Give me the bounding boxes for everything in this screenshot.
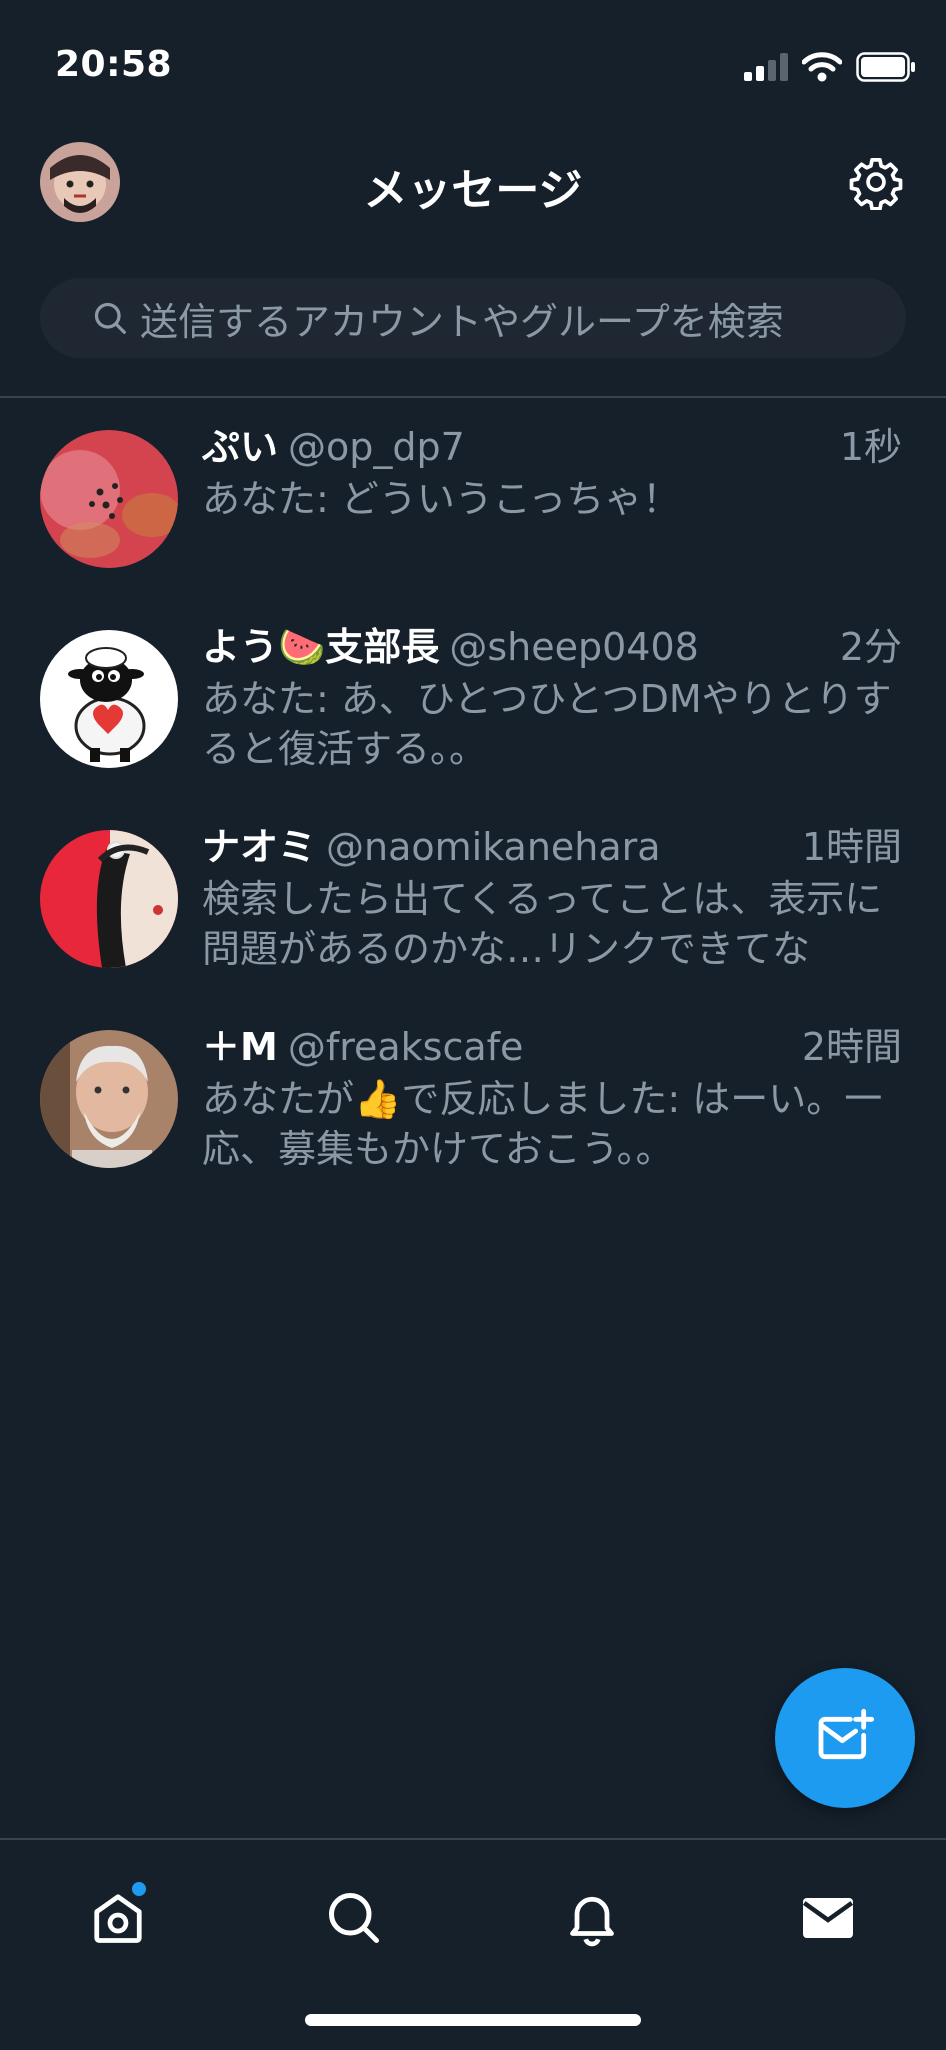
avatar[interactable] bbox=[40, 430, 178, 568]
tab-messages[interactable] bbox=[788, 1878, 868, 1958]
tab-notifications[interactable] bbox=[552, 1878, 632, 1958]
conversation-item[interactable]: ＋M @freakscafe 2時間 あなたが👍で反応しました: はーい。一応、募… bbox=[0, 1000, 946, 1200]
display-name: ＋M bbox=[202, 1025, 278, 1069]
message-preview: 検索したら出てくるってことは、表示に問題があるのかな…リンクできてな bbox=[202, 877, 883, 971]
name-line: ＋M @freakscafe bbox=[202, 1022, 902, 1072]
gear-icon[interactable] bbox=[848, 154, 904, 211]
search-input[interactable]: 送信するアカウントやグループを検索 bbox=[40, 278, 906, 358]
conversation-list: ぷい @op_dp7 1秒 あなた: どういうこっちゃ！ よう🍉支部長 @sheep… bbox=[0, 400, 946, 1200]
user-handle: @sheep0408 bbox=[449, 625, 699, 669]
name-line: ナオミ @naomikanehara bbox=[202, 822, 902, 872]
avatar[interactable] bbox=[40, 1030, 178, 1168]
user-handle: @naomikanehara bbox=[326, 825, 661, 869]
conversation-item[interactable]: ナオミ @naomikanehara 1時間 検索したら出てくるってことは、表示に… bbox=[0, 800, 946, 1000]
search-placeholder: 送信するアカウントやグループを検索 bbox=[140, 299, 784, 344]
page-title: メッセージ bbox=[363, 165, 583, 216]
message-preview: あなたが👍で反応しました: はーい。一応、募集もかけておこう。。 bbox=[202, 1077, 883, 1171]
avatar[interactable] bbox=[40, 630, 178, 768]
battery-icon bbox=[856, 52, 915, 82]
new-message-icon bbox=[818, 1708, 875, 1760]
display-name: ぷい bbox=[202, 425, 279, 469]
home-indicator bbox=[305, 2014, 641, 2026]
message-preview: あなた: あ、ひとつひとつDMやりとりすると復活する。。 bbox=[202, 677, 892, 771]
timestamp: 2分 bbox=[839, 625, 902, 669]
message-preview: あなた: どういうこっちゃ！ bbox=[202, 477, 681, 521]
user-handle: @freakscafe bbox=[287, 1025, 524, 1069]
tab-search[interactable] bbox=[314, 1878, 394, 1958]
tab-home[interactable] bbox=[78, 1878, 158, 1958]
new-message-button[interactable] bbox=[775, 1668, 915, 1808]
name-line: ぷい @op_dp7 bbox=[202, 422, 902, 472]
header: メッセージ bbox=[0, 140, 946, 250]
status-time: 20:58 bbox=[55, 44, 173, 85]
name-line: よう🍉支部長 @sheep0408 bbox=[202, 622, 902, 672]
conversation-item[interactable]: ぷい @op_dp7 1秒 あなた: どういうこっちゃ！ bbox=[0, 400, 946, 600]
wifi-icon bbox=[802, 52, 842, 82]
display-name: よう🍉支部長 bbox=[202, 625, 440, 669]
search-icon bbox=[94, 302, 126, 334]
avatar[interactable] bbox=[40, 830, 178, 968]
timestamp: 1時間 bbox=[801, 825, 902, 869]
mail-icon bbox=[802, 1898, 854, 1938]
timestamp: 1秒 bbox=[839, 425, 902, 469]
status-icons bbox=[744, 52, 916, 82]
notification-dot bbox=[132, 1882, 146, 1896]
home-icon bbox=[94, 1894, 142, 1943]
search-tab-icon bbox=[329, 1893, 379, 1943]
signal-icon bbox=[744, 53, 788, 81]
divider bbox=[0, 396, 946, 398]
user-handle: @op_dp7 bbox=[288, 425, 465, 469]
bell-icon bbox=[570, 1896, 614, 1947]
conversation-item[interactable]: よう🍉支部長 @sheep0408 2分 あなた: あ、ひとつひとつDMやりとりす… bbox=[0, 600, 946, 800]
display-name: ナオミ bbox=[202, 825, 317, 869]
status-bar: 20:58 bbox=[0, 0, 946, 140]
timestamp: 2時間 bbox=[801, 1025, 902, 1069]
